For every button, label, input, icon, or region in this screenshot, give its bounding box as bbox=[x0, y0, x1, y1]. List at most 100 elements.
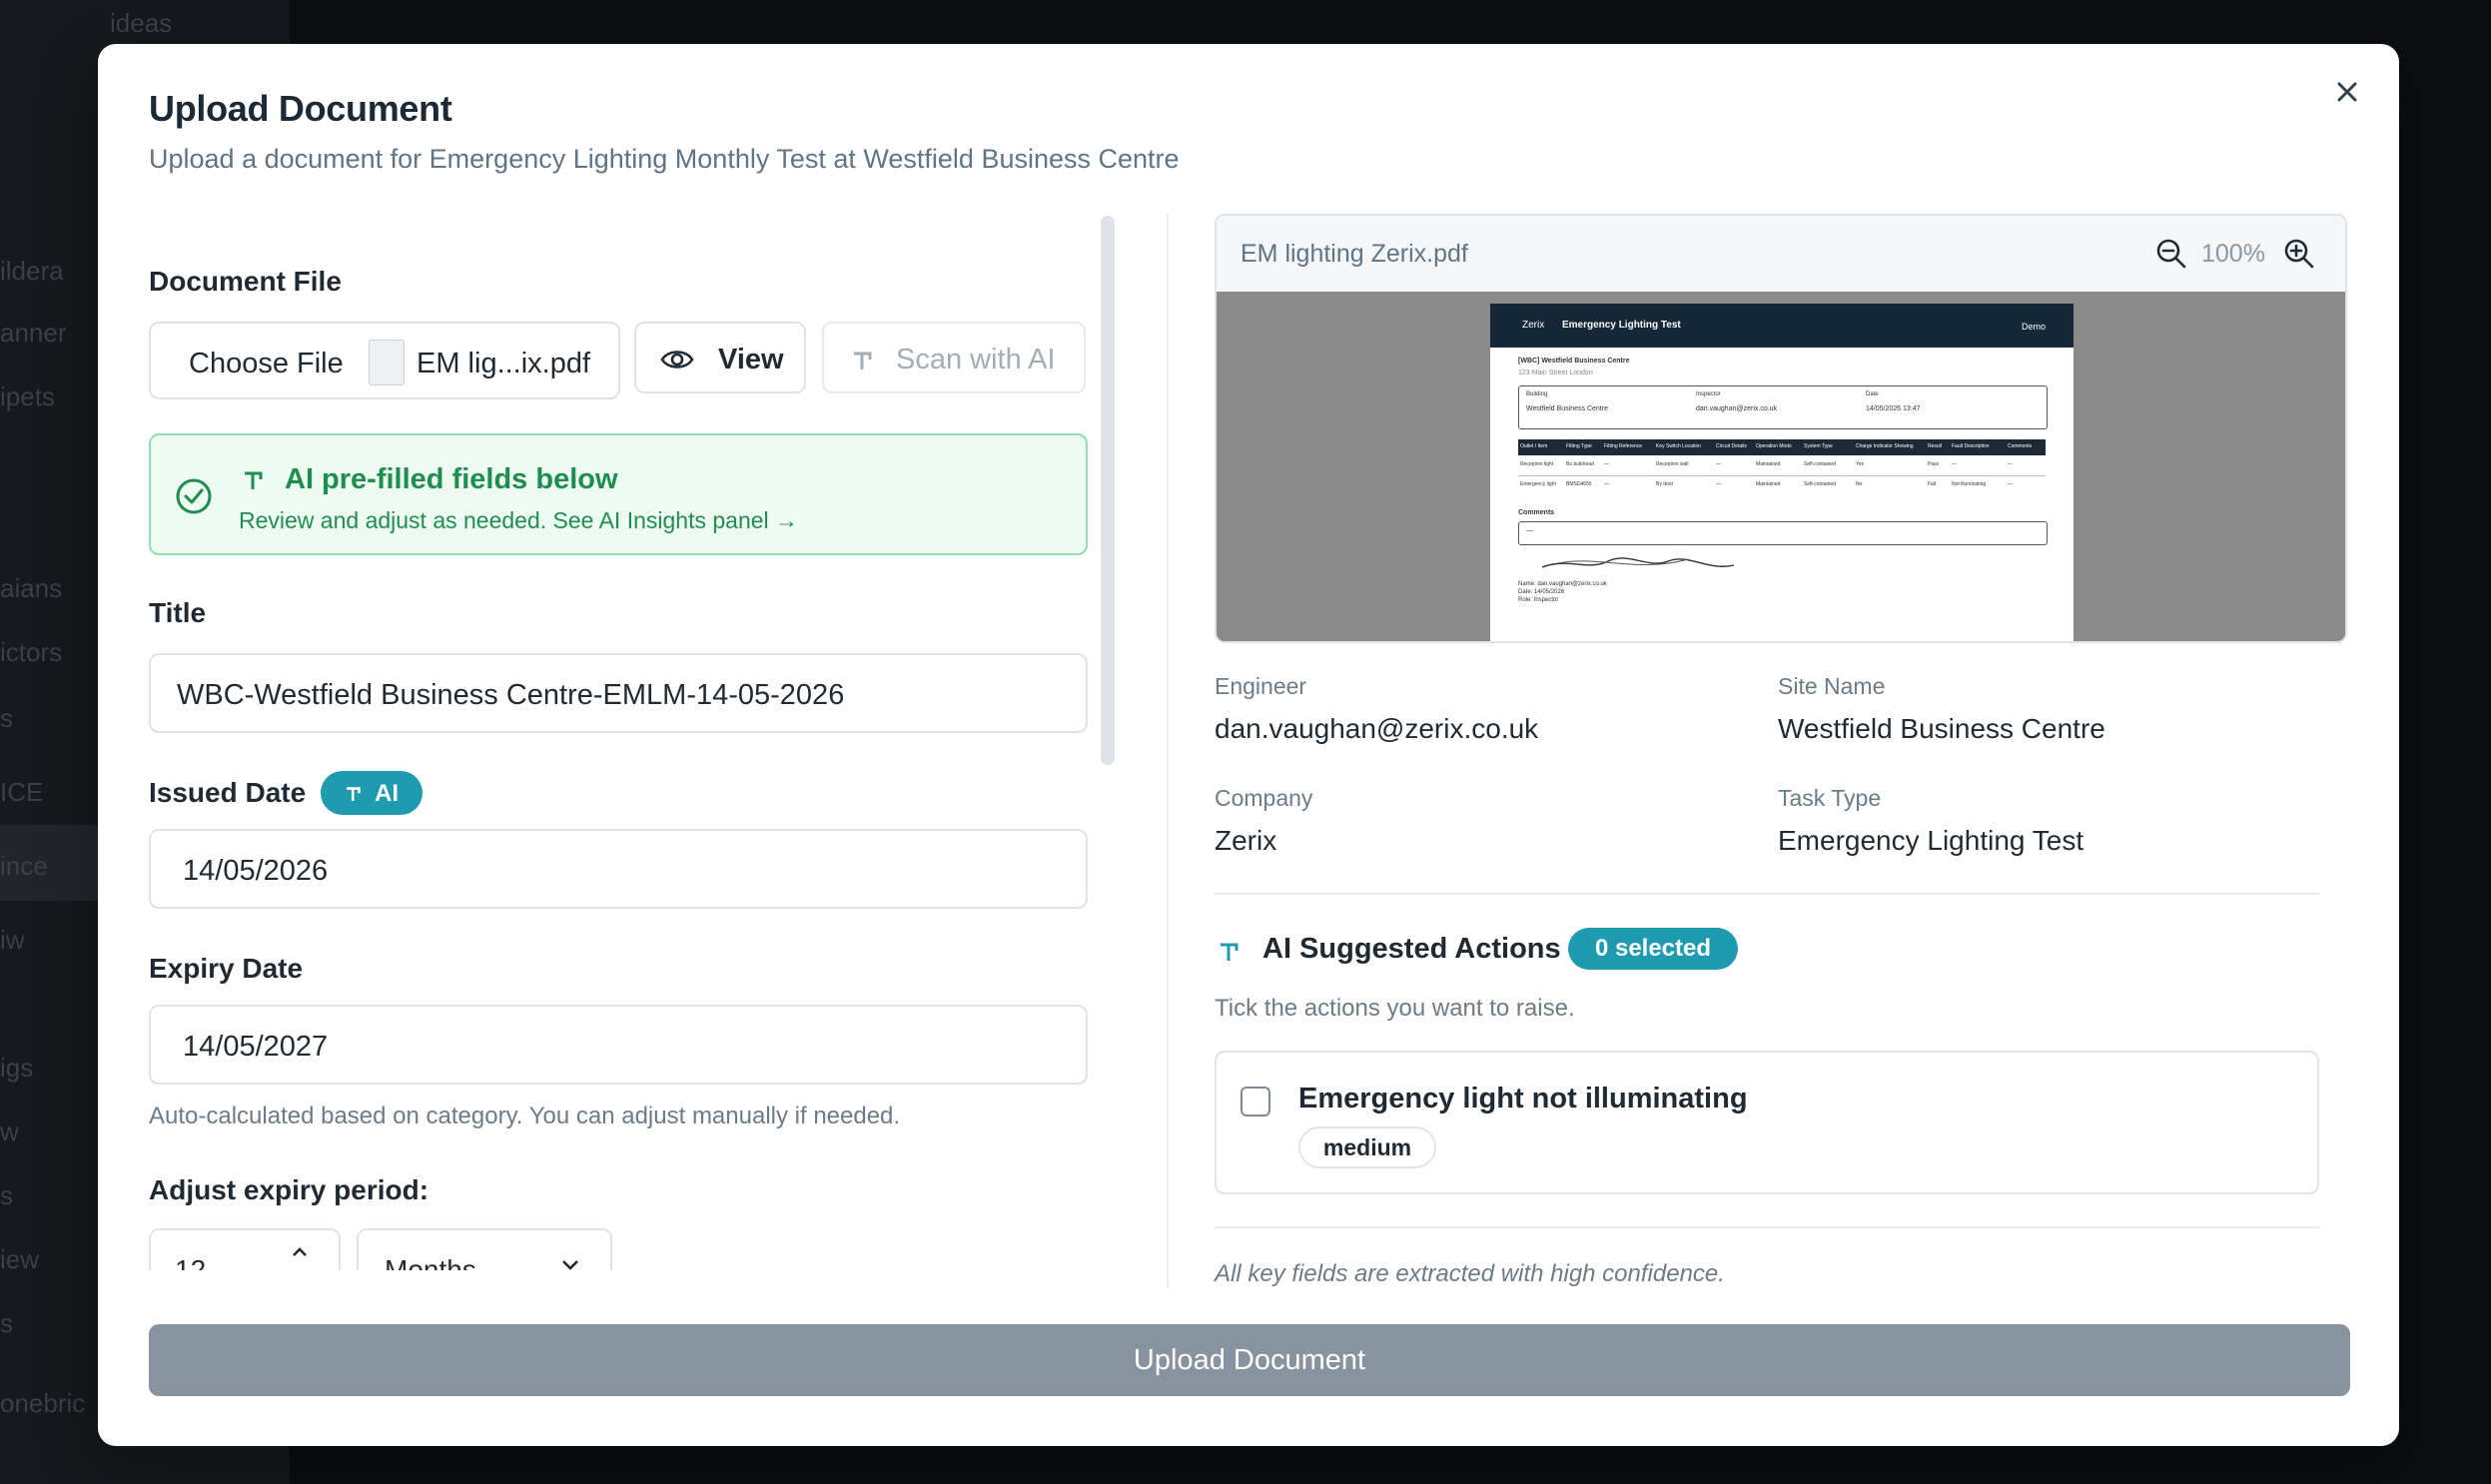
pdf-comments-label: Comments bbox=[1518, 509, 1555, 516]
background-nav-item: s bbox=[0, 1180, 13, 1210]
pdf-cell: — bbox=[1716, 461, 1721, 467]
pdf-footer-name: Name: dan.vaughan@zerix.co.uk bbox=[1518, 581, 1607, 587]
suggested-actions-hint: Tick the actions you want to raise. bbox=[1215, 995, 1575, 1022]
ai-badge-label: AI bbox=[375, 780, 399, 807]
pdf-cell: Yes bbox=[1856, 461, 1865, 467]
pdf-col-header: Comments bbox=[2008, 443, 2033, 449]
pdf-viewer: EM lighting Zerix.pdf 100% Zerix Emergen… bbox=[1215, 214, 2347, 643]
ai-sparkle-icon bbox=[245, 471, 263, 489]
pdf-cell: Pass bbox=[1928, 461, 1940, 467]
ai-sparkle-icon bbox=[1221, 943, 1239, 961]
expiry-date-input[interactable]: 14/05/2027 bbox=[149, 1005, 1088, 1085]
pdf-cell: — bbox=[1604, 481, 1609, 487]
check-circle-icon bbox=[176, 478, 212, 514]
background-nav-item: ildera bbox=[0, 256, 64, 286]
engineer-value: dan.vaughan@zerix.co.uk bbox=[1215, 713, 1539, 744]
pdf-col-header: Circuit Details bbox=[1716, 443, 1747, 449]
scan-with-ai-button[interactable]: Scan with AI bbox=[822, 322, 1086, 393]
pdf-page-title: Emergency Lighting Test bbox=[1562, 320, 1681, 331]
pdf-results-table: Outlet / Item Fitting Type Fitting Refer… bbox=[1518, 439, 2046, 497]
form-scrollbar-thumb[interactable] bbox=[1101, 216, 1115, 765]
company-label: Company bbox=[1215, 785, 1313, 811]
pdf-toolbar: EM lighting Zerix.pdf 100% bbox=[1217, 216, 2345, 293]
background-nav-item: onebric bbox=[0, 1388, 86, 1418]
issued-date-label-text: Issued Date bbox=[149, 777, 307, 808]
pdf-col-header: Operation Mode bbox=[1756, 443, 1792, 449]
pdf-col-header: Fitting Type bbox=[1566, 443, 1592, 449]
pdf-date-value: 14/05/2026 13:47 bbox=[1866, 405, 1921, 412]
ai-banner-text[interactable]: Review and adjust as needed. See AI Insi… bbox=[239, 507, 798, 534]
upload-document-modal: Upload Document Upload a document for Em… bbox=[98, 44, 2399, 1446]
ai-sparkle-icon bbox=[347, 787, 361, 801]
background-nav-item: anner bbox=[0, 318, 67, 348]
zoom-out-icon[interactable] bbox=[2155, 238, 2187, 270]
pdf-footer-role: Role: Inspector bbox=[1518, 597, 1559, 603]
pdf-col-header: Outlet / Item bbox=[1520, 443, 1548, 449]
pdf-cell: — bbox=[1716, 481, 1721, 487]
modal-subtitle: Upload a document for Emergency Lighting… bbox=[149, 144, 1180, 174]
background-nav-item: igs bbox=[0, 1053, 34, 1083]
zoom-in-icon[interactable] bbox=[2283, 238, 2315, 270]
form-column: Document File Choose File EM lig...ix.pd… bbox=[149, 212, 1088, 1270]
signature-image bbox=[1541, 557, 1735, 568]
background-nav-item: w bbox=[0, 1116, 19, 1146]
pdf-cell: Emergency light bbox=[1520, 481, 1556, 487]
chevron-down-icon bbox=[562, 1260, 578, 1270]
background-nav-item: iew bbox=[0, 1244, 40, 1274]
pdf-cell: BMSD4655 bbox=[1566, 481, 1592, 487]
pdf-cell: Reception wall bbox=[1656, 461, 1689, 467]
title-label: Title bbox=[149, 597, 207, 628]
task-type-value: Emergency Lighting Test bbox=[1778, 825, 2084, 856]
site-name-value: Westfield Business Centre bbox=[1778, 713, 2105, 744]
task-type-label: Task Type bbox=[1778, 785, 1882, 811]
background-nav-item: ICE bbox=[0, 777, 44, 807]
form-scrollbar[interactable] bbox=[1101, 216, 1115, 765]
pdf-canvas[interactable]: Zerix Emergency Lighting Test Demo [WBC]… bbox=[1217, 292, 2345, 641]
chevron-up-icon[interactable] bbox=[291, 1244, 309, 1258]
pdf-footer-date: Date: 14/05/2026 bbox=[1518, 589, 1565, 595]
background-nav-item: s bbox=[0, 1308, 13, 1338]
expiry-date-value: 14/05/2027 bbox=[183, 1031, 329, 1063]
expiry-period-number-input[interactable]: 12 bbox=[149, 1228, 341, 1270]
pdf-cell: Self-contained bbox=[1804, 481, 1836, 487]
pdf-file-icon bbox=[369, 340, 405, 385]
pdf-inspector-label: Inspector bbox=[1696, 391, 1721, 397]
issued-date-value: 14/05/2026 bbox=[183, 855, 329, 887]
issued-date-label: Issued Date AI bbox=[149, 771, 422, 815]
expiry-period-number: 12 bbox=[175, 1254, 207, 1270]
pdf-col-header: Result bbox=[1928, 443, 1943, 449]
view-label: View bbox=[718, 344, 784, 375]
pdf-file-name: EM lighting Zerix.pdf bbox=[1241, 240, 1468, 268]
section-divider bbox=[1215, 893, 2319, 895]
background-nav-item: s bbox=[0, 703, 13, 733]
pdf-cell: By door bbox=[1656, 481, 1674, 487]
close-icon[interactable] bbox=[2329, 74, 2365, 110]
suggested-action-card[interactable]: Emergency light not illuminating medium bbox=[1215, 1051, 2319, 1194]
pdf-cell: — bbox=[1952, 461, 1957, 467]
view-button[interactable]: View bbox=[634, 322, 806, 393]
pdf-address: 123 Main Street London bbox=[1518, 370, 1593, 376]
expiry-period-unit-select[interactable]: Months bbox=[357, 1228, 612, 1270]
selected-count-badge: 0 selected bbox=[1568, 928, 1738, 970]
pdf-col-header: Charge Indicator Showing bbox=[1856, 443, 1914, 449]
title-input[interactable]: WBC-Westfield Business Centre-EMLM-14-05… bbox=[149, 653, 1088, 733]
issued-date-input[interactable]: 14/05/2026 bbox=[149, 829, 1088, 909]
background-nav-item: aians bbox=[0, 573, 63, 603]
pdf-building-value: Westfield Business Centre bbox=[1526, 405, 1608, 412]
pdf-col-header: System Type bbox=[1804, 443, 1833, 449]
pdf-comments-value: — bbox=[1526, 527, 1533, 534]
confidence-note: All key fields are extracted with high c… bbox=[1215, 1260, 1725, 1287]
pdf-cell: No bbox=[1856, 481, 1863, 487]
action-title: Emergency light not illuminating bbox=[1298, 1083, 1748, 1114]
engineer-label: Engineer bbox=[1215, 673, 1307, 699]
upload-document-button[interactable]: Upload Document bbox=[149, 1324, 2350, 1396]
pdf-col-header: Key Switch Location bbox=[1656, 443, 1702, 449]
pdf-comments-box bbox=[1518, 521, 2048, 545]
background-search: ideas bbox=[110, 8, 173, 38]
suggested-actions-title: AI Suggested Actions bbox=[1262, 933, 1561, 965]
background-nav-item: ictors bbox=[0, 637, 63, 667]
pdf-inspector-value: dan.vaughan@zerix.co.uk bbox=[1696, 405, 1778, 412]
choose-file-button[interactable]: Choose File EM lig...ix.pdf bbox=[149, 322, 620, 399]
action-checkbox[interactable] bbox=[1241, 1087, 1270, 1116]
ai-banner-title: AI pre-filled fields below bbox=[285, 463, 618, 495]
